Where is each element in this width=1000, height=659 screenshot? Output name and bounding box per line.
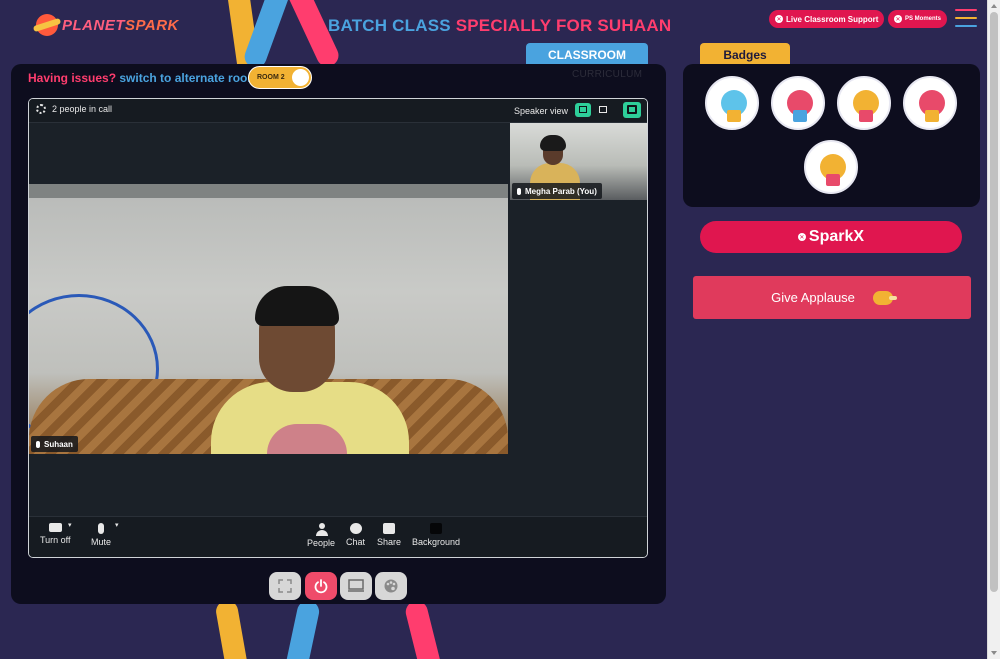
clapping-hands-icon bbox=[872, 290, 897, 305]
video-call-frame: 2 people in call Speaker view Suhaan Meg… bbox=[28, 98, 648, 558]
chat-button[interactable]: Chat bbox=[346, 523, 365, 547]
page-scrollbar[interactable] bbox=[987, 0, 1000, 659]
people-button[interactable]: People bbox=[307, 523, 335, 548]
live-classroom-support-button[interactable]: ✕ Live Classroom Support bbox=[769, 10, 885, 28]
moments-icon: ✕ bbox=[894, 15, 902, 23]
participant-name-tag: Suhaan bbox=[31, 436, 78, 452]
support-icon: ✕ bbox=[775, 15, 783, 23]
share-button[interactable]: Share bbox=[377, 523, 401, 547]
speaker-view-button[interactable] bbox=[575, 103, 591, 117]
hamburger-menu-icon[interactable] bbox=[955, 9, 977, 27]
scrollbar-thumb[interactable] bbox=[990, 12, 998, 592]
background-button[interactable]: Background bbox=[412, 523, 460, 547]
rocket-badge-icon[interactable] bbox=[837, 76, 891, 130]
palette-button[interactable] bbox=[375, 572, 407, 600]
self-name-tag: Megha Parab (You) bbox=[512, 183, 602, 199]
sparkx-button[interactable]: ✕ SparkX bbox=[700, 221, 962, 253]
scroll-up-icon[interactable] bbox=[991, 4, 997, 8]
page-title: BATCH CLASS SPECIALLY FOR SUHAAN bbox=[328, 16, 672, 35]
screen-share-button[interactable] bbox=[340, 572, 372, 600]
main-video-tile[interactable]: Suhaan bbox=[29, 184, 508, 454]
chat-icon bbox=[349, 523, 362, 534]
camera-icon bbox=[48, 523, 62, 532]
turn-off-camera-button[interactable]: Turn off ▾ bbox=[40, 521, 72, 545]
ps-moments-button[interactable]: ✕ PS Moments bbox=[888, 10, 948, 28]
call-top-bar: 2 people in call Speaker view bbox=[29, 99, 647, 123]
mic-icon bbox=[517, 187, 521, 195]
ribbon-decoration bbox=[403, 598, 447, 659]
microphone-icon bbox=[98, 523, 104, 534]
pop-out-icon[interactable] bbox=[623, 102, 641, 118]
call-controls: Turn off ▾ Mute ▾ People Chat Share Back… bbox=[29, 516, 647, 557]
trophy-badge-icon[interactable] bbox=[705, 76, 759, 130]
speaker-view-label: Speaker view bbox=[514, 106, 569, 116]
leave-call-button[interactable] bbox=[305, 572, 337, 600]
screen-icon bbox=[348, 579, 364, 592]
ribbon-decoration bbox=[280, 598, 322, 659]
grid-view-button[interactable] bbox=[595, 103, 611, 117]
fullscreen-icon bbox=[278, 579, 292, 593]
fullscreen-button[interactable] bbox=[269, 572, 301, 600]
power-icon bbox=[314, 579, 328, 594]
idea-badge-icon[interactable] bbox=[903, 76, 957, 130]
background-icon bbox=[430, 523, 443, 534]
share-icon bbox=[383, 523, 396, 534]
logo-text: PLANETSPARK bbox=[62, 16, 179, 34]
planet-logo-icon bbox=[36, 14, 58, 36]
chevron-down-icon[interactable]: ▾ bbox=[115, 521, 119, 529]
chevron-down-icon[interactable]: ▾ bbox=[68, 521, 72, 529]
gear-icon[interactable] bbox=[36, 104, 46, 114]
give-applause-button[interactable]: Give Applause bbox=[693, 276, 971, 319]
switch-room-link[interactable]: switch to alternate room bbox=[116, 71, 258, 85]
ribbon-decoration bbox=[214, 598, 252, 659]
people-count[interactable]: 2 people in call bbox=[36, 104, 112, 114]
people-icon bbox=[315, 523, 328, 536]
sparkx-icon: ✕ bbox=[797, 233, 806, 241]
page: PLANETSPARK BATCH CLASS SPECIALLY FOR SU… bbox=[0, 0, 987, 659]
toggle-knob bbox=[292, 69, 309, 86]
self-video-tile[interactable]: Megha Parab (You) bbox=[510, 123, 647, 200]
tab-curriculum[interactable]: CURRICULUM bbox=[572, 69, 642, 80]
mute-button[interactable]: Mute ▾ bbox=[91, 522, 119, 547]
mic-icon bbox=[36, 440, 40, 448]
alternate-room-prompt: Having issues? switch to alternate room bbox=[28, 71, 259, 85]
robot-badge-icon[interactable] bbox=[804, 140, 858, 194]
planetspark-logo[interactable]: PLANETSPARK bbox=[36, 14, 179, 36]
palette-icon bbox=[384, 579, 398, 593]
room-2-toggle[interactable]: ROOM 2 bbox=[248, 66, 312, 89]
superhero-badge-icon[interactable] bbox=[771, 76, 825, 130]
scroll-down-icon[interactable] bbox=[991, 651, 997, 655]
